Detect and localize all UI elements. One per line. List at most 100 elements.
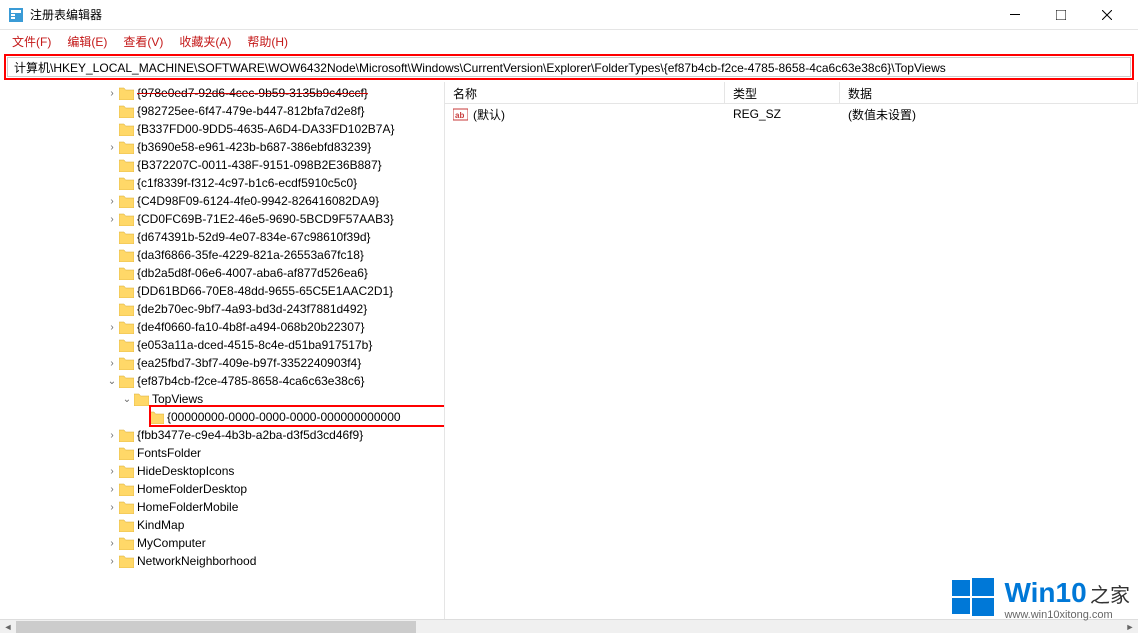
folder-icon <box>119 249 134 262</box>
tree-item[interactable]: ⌄ {ef87b4cb-f2ce-4785-8658-4ca6c63e38c6} <box>0 372 444 390</box>
menu-favorites[interactable]: 收藏夹(A) <box>171 31 239 52</box>
value-name-cell: ab (默认) <box>445 104 725 125</box>
folder-icon <box>119 141 134 154</box>
tree-item-label: {e053a11a-dced-4515-8c4e-d51ba917517b} <box>137 338 372 352</box>
tree-item[interactable]: FontsFolder <box>0 444 444 462</box>
chevron-right-icon[interactable]: › <box>105 214 119 225</box>
tree-item[interactable]: {982725ee-6f47-479e-b447-812bfa7d2e8f} <box>0 102 444 120</box>
chevron-right-icon[interactable]: › <box>105 466 119 477</box>
titlebar: 注册表编辑器 <box>0 0 1138 30</box>
app-icon <box>8 7 24 23</box>
menubar: 文件(F) 编辑(E) 查看(V) 收藏夹(A) 帮助(H) <box>0 30 1138 52</box>
chevron-right-icon[interactable]: › <box>105 484 119 495</box>
tree-item[interactable]: {B337FD00-9DD5-4635-A6D4-DA33FD102B7A} <box>0 120 444 138</box>
svg-text:ab: ab <box>455 111 464 120</box>
col-header-data[interactable]: 数据 <box>840 82 1138 103</box>
chevron-right-icon[interactable]: › <box>105 358 119 369</box>
tree-item[interactable]: {de2b70ec-9bf7-4a93-bd3d-243f7881d492} <box>0 300 444 318</box>
tree-item-label: {da3f6866-35fe-4229-821a-26553a67fc18} <box>137 248 364 262</box>
col-header-name[interactable]: 名称 <box>445 82 725 103</box>
chevron-down-icon[interactable]: ⌄ <box>105 376 119 387</box>
menu-file[interactable]: 文件(F) <box>4 31 59 52</box>
tree-item[interactable]: {e053a11a-dced-4515-8c4e-d51ba917517b} <box>0 336 444 354</box>
tree-item[interactable]: › HomeFolderMobile <box>0 498 444 516</box>
values-panel[interactable]: 名称 类型 数据 ab (默认) REG_SZ (数值未设置) <box>445 82 1138 623</box>
scroll-right-arrow[interactable]: ► <box>1122 620 1138 634</box>
tree-item-label: {ef87b4cb-f2ce-4785-8658-4ca6c63e38c6} <box>137 374 365 388</box>
chevron-right-icon[interactable]: › <box>105 142 119 153</box>
tree-item-label: {CD0FC69B-71E2-46e5-9690-5BCD9F57AAB3} <box>137 212 394 226</box>
chevron-right-icon[interactable]: › <box>105 430 119 441</box>
tree-item[interactable]: {d674391b-52d9-4e07-834e-67c98610f39d} <box>0 228 444 246</box>
folder-icon <box>119 483 134 496</box>
tree-item-label: {ea25fbd7-3bf7-409e-b97f-3352240903f4} <box>137 356 361 370</box>
minimize-button[interactable] <box>992 0 1038 30</box>
tree-item-label: HomeFolderDesktop <box>137 482 247 496</box>
tree-item-label: FontsFolder <box>137 446 201 460</box>
tree-item[interactable]: › {ea25fbd7-3bf7-409e-b97f-3352240903f4} <box>0 354 444 372</box>
win-logo-icon <box>952 576 994 621</box>
watermark-brand: Win10 <box>1004 577 1086 608</box>
menu-help[interactable]: 帮助(H) <box>239 31 296 52</box>
menu-edit[interactable]: 编辑(E) <box>59 31 115 52</box>
watermark-url: www.win10xitong.com <box>1004 609 1130 621</box>
tree-item[interactable]: ›{978e0ed7-92d6-4cec-9b59-3135b9c49ccf} <box>0 84 444 102</box>
main-area: ›{978e0ed7-92d6-4cec-9b59-3135b9c49ccf}{… <box>0 82 1138 623</box>
chevron-right-icon[interactable]: › <box>105 538 119 549</box>
value-name: (默认) <box>473 106 505 123</box>
col-header-type[interactable]: 类型 <box>725 82 840 103</box>
tree-item[interactable]: {DD61BD66-70E8-48dd-9655-65C5E1AAC2D1} <box>0 282 444 300</box>
tree-item[interactable]: ›MyComputer <box>0 534 444 552</box>
value-type: REG_SZ <box>725 105 840 123</box>
tree-item-label: NetworkNeighborhood <box>137 554 256 568</box>
tree-item-label: HomeFolderMobile <box>137 500 238 514</box>
tree-item[interactable]: {db2a5d8f-06e6-4007-aba6-af877d526ea6} <box>0 264 444 282</box>
menu-view[interactable]: 查看(V) <box>115 31 171 52</box>
maximize-button[interactable] <box>1038 0 1084 30</box>
tree-item[interactable]: › {CD0FC69B-71E2-46e5-9690-5BCD9F57AAB3} <box>0 210 444 228</box>
tree-item-label: {DD61BD66-70E8-48dd-9655-65C5E1AAC2D1} <box>137 284 393 298</box>
tree-item[interactable]: ›{de4f0660-fa10-4b8f-a494-068b20b22307} <box>0 318 444 336</box>
folder-icon <box>149 411 164 424</box>
tree-item[interactable]: {c1f8339f-f312-4c97-b1c6-ecdf5910c5c0} <box>0 174 444 192</box>
tree-item[interactable]: › NetworkNeighborhood <box>0 552 444 570</box>
folder-icon <box>119 555 134 568</box>
folder-icon <box>119 123 134 136</box>
chevron-right-icon[interactable]: › <box>105 322 119 333</box>
tree-item-label: HideDesktopIcons <box>137 464 234 478</box>
tree-panel[interactable]: ›{978e0ed7-92d6-4cec-9b59-3135b9c49ccf}{… <box>0 82 445 623</box>
string-value-icon: ab <box>453 107 468 122</box>
tree-item[interactable]: ›{C4D98F09-6124-4fe0-9942-826416082DA9} <box>0 192 444 210</box>
scroll-left-arrow[interactable]: ◄ <box>0 620 16 634</box>
value-data: (数值未设置) <box>840 104 1138 125</box>
scroll-thumb[interactable] <box>16 621 416 633</box>
tree-item-label: {c1f8339f-f312-4c97-b1c6-ecdf5910c5c0} <box>137 176 357 190</box>
address-input[interactable] <box>7 57 1131 77</box>
values-row[interactable]: ab (默认) REG_SZ (数值未设置) <box>445 104 1138 124</box>
horizontal-scrollbar[interactable]: ◄ ► <box>0 619 1138 633</box>
tree-item[interactable]: {00000000-0000-0000-0000-000000000000 <box>0 408 444 426</box>
chevron-down-icon[interactable]: ⌄ <box>120 394 134 405</box>
folder-icon <box>119 447 134 460</box>
folder-icon <box>119 429 134 442</box>
chevron-right-icon[interactable]: › <box>105 196 119 207</box>
tree-item[interactable]: {da3f6866-35fe-4229-821a-26553a67fc18} <box>0 246 444 264</box>
tree-item[interactable]: ›{b3690e58-e961-423b-b687-386ebfd83239} <box>0 138 444 156</box>
folder-icon <box>119 519 134 532</box>
tree-item[interactable]: KindMap <box>0 516 444 534</box>
watermark: Win10 之家 www.win10xitong.com <box>952 576 1130 621</box>
tree-item[interactable]: ›{fbb3477e-c9e4-4b3b-a2ba-d3f5d3cd46f9} <box>0 426 444 444</box>
tree-item[interactable]: › HideDesktopIcons <box>0 462 444 480</box>
tree-item[interactable]: {B372207C-0011-438F-9151-098B2E36B887} <box>0 156 444 174</box>
folder-icon <box>119 321 134 334</box>
folder-icon <box>119 195 134 208</box>
chevron-right-icon[interactable]: › <box>105 502 119 513</box>
tree-item[interactable]: ⌄TopViews <box>0 390 444 408</box>
tree-item-label: KindMap <box>137 518 184 532</box>
tree-item[interactable]: › HomeFolderDesktop <box>0 480 444 498</box>
watermark-suffix: 之家 <box>1090 585 1130 607</box>
tree: ›{978e0ed7-92d6-4cec-9b59-3135b9c49ccf}{… <box>0 82 444 572</box>
close-button[interactable] <box>1084 0 1130 30</box>
chevron-right-icon[interactable]: › <box>105 556 119 567</box>
chevron-right-icon[interactable]: › <box>105 88 119 99</box>
